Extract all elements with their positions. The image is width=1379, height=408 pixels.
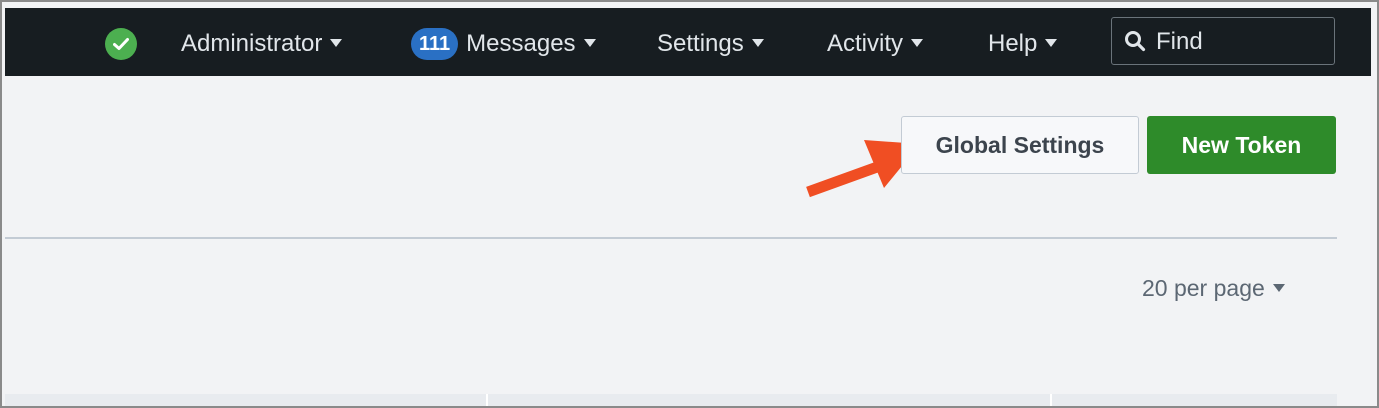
find-input[interactable] (1154, 24, 1328, 60)
chevron-down-icon (1272, 283, 1285, 292)
check-circle-icon[interactable] (105, 28, 137, 60)
global-settings-button[interactable]: Global Settings (901, 116, 1139, 174)
chevron-down-icon (751, 38, 764, 47)
chevron-down-icon (330, 38, 343, 47)
chevron-down-icon (911, 38, 924, 47)
per-page-label: 20 per page (1142, 275, 1265, 301)
per-page-dropdown[interactable]: 20 per page (1142, 272, 1285, 304)
activity-label: Activity (827, 30, 904, 57)
messages-menu[interactable]: 111 Messages (411, 28, 596, 60)
settings-label: Settings (657, 30, 744, 57)
section-divider (5, 237, 1337, 239)
help-menu[interactable]: Help (988, 28, 1058, 60)
new-token-button[interactable]: New Token (1147, 116, 1336, 174)
messages-label: Messages (466, 30, 576, 57)
chevron-down-icon (1045, 38, 1058, 47)
messages-count-badge: 111 (411, 28, 459, 60)
chevron-down-icon (583, 38, 596, 47)
table-header-row (5, 394, 1337, 406)
settings-menu[interactable]: Settings (657, 28, 764, 60)
app-frame: Administrator 111 Messages Settings Activ… (0, 0, 1379, 408)
help-label: Help (988, 30, 1038, 57)
administrator-menu[interactable]: Administrator (181, 28, 343, 60)
administrator-label: Administrator (181, 30, 323, 57)
column-separator (1050, 394, 1052, 406)
top-navigation-bar: Administrator 111 Messages Settings Activ… (5, 8, 1371, 76)
find-search-box[interactable] (1111, 17, 1335, 65)
column-separator (486, 394, 488, 406)
activity-menu[interactable]: Activity (827, 28, 924, 60)
search-icon (1125, 31, 1146, 52)
